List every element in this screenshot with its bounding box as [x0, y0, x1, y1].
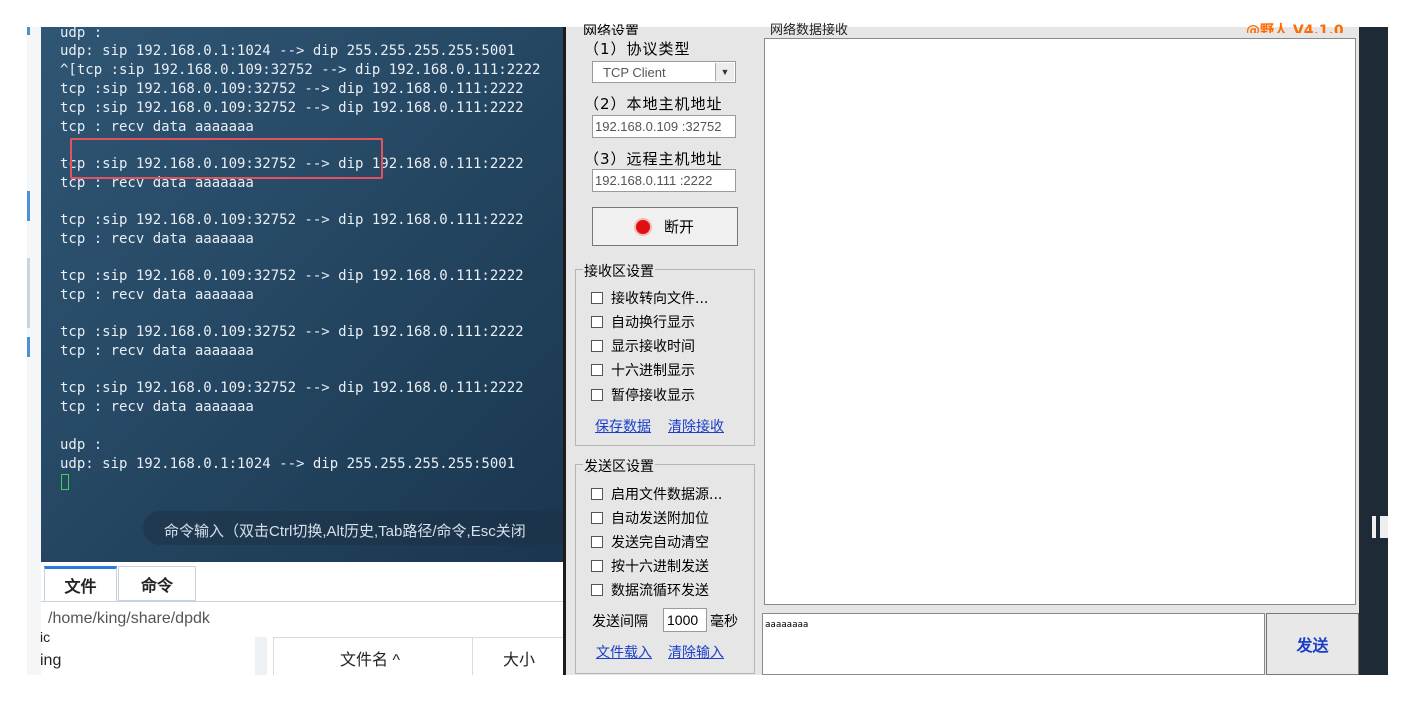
save-data-link[interactable]: 保存数据	[595, 416, 651, 436]
checkbox-box[interactable]	[591, 512, 603, 524]
disconnect-button[interactable]: 断开	[592, 207, 738, 246]
checkbox-box[interactable]	[591, 316, 603, 328]
strip-marker	[27, 337, 30, 357]
terminal-line: tcp :sip 192.168.0.109:32752 --> dip 192…	[60, 212, 524, 228]
remote-address-field[interactable]: 192.168.0.111 :2222	[592, 169, 736, 192]
checkbox-label: 数据流循环发送	[611, 583, 709, 599]
terminal-line: ^[tcp :sip 192.168.0.109:32752 --> dip 1…	[60, 62, 541, 78]
remote-address-label: （3）远程主机地址	[584, 150, 723, 168]
checkbox-label: 自动发送附加位	[611, 511, 709, 527]
checkbox-box[interactable]	[591, 536, 603, 548]
strip-marker	[27, 27, 30, 35]
terminal-line: tcp :sip 192.168.0.109:32752 --> dip 192…	[60, 268, 524, 284]
checkbox-label: 接收转向文件...	[611, 291, 709, 307]
checkbox-box[interactable]	[591, 389, 603, 401]
background-window-element	[1380, 516, 1388, 538]
recv-area-title: 网络数据接收	[770, 23, 849, 35]
column-divider[interactable]	[472, 637, 473, 675]
terminal-line: tcp :sip 192.168.0.109:32752 --> dip 192…	[60, 324, 524, 340]
hex-display-checkbox[interactable]: 十六进制显示	[591, 360, 695, 380]
checkbox-label: 暂停接收显示	[611, 388, 695, 404]
clear-recv-link[interactable]: 清除接收	[668, 416, 724, 436]
terminal-line: tcp :sip 192.168.0.109:32752 --> dip 192…	[60, 100, 524, 116]
current-path: /home/king/share/dpdk	[48, 610, 210, 627]
net-settings-title: 网络设置	[583, 24, 639, 35]
loop-send-checkbox[interactable]: 数据流循环发送	[591, 580, 709, 600]
send-button[interactable]: 发送	[1266, 613, 1359, 675]
disconnect-label: 断开	[663, 218, 694, 236]
local-address-field[interactable]: 192.168.0.109 :32752	[592, 115, 736, 138]
protocol-label: （1）协议类型	[584, 40, 691, 58]
interval-unit: 毫秒	[710, 614, 738, 630]
connection-led-icon	[635, 219, 650, 234]
terminal-line: tcp : recv data aaaaaaa	[60, 343, 254, 359]
checkbox-box[interactable]	[591, 292, 603, 304]
terminal-output[interactable]: udp : udp: sip 192.168.0.1:1024 --> dip …	[41, 27, 563, 562]
chevron-down-icon[interactable]: ▼	[715, 63, 734, 81]
checkbox-label: 自动换行显示	[611, 315, 695, 331]
terminal-line: udp: sip 192.168.0.1:1024 --> dip 255.25…	[60, 456, 516, 472]
terminal-line: udp: sip 192.168.0.1:1024 --> dip 255.25…	[60, 43, 516, 59]
tab-files[interactable]: 文件	[44, 566, 117, 601]
file-source-checkbox[interactable]: 启用文件数据源...	[591, 484, 722, 504]
checkbox-label: 发送完自动清空	[611, 535, 709, 551]
background-window-element	[1372, 516, 1376, 538]
checkbox-box[interactable]	[591, 340, 603, 352]
auto-wrap-checkbox[interactable]: 自动换行显示	[591, 312, 695, 332]
checkbox-box[interactable]	[591, 364, 603, 376]
terminal-line: udp :	[60, 437, 103, 453]
column-header-filename[interactable]: 文件名 ^	[340, 646, 400, 670]
recv-settings-title: 接收区设置	[583, 261, 655, 281]
version-badge: @野人 V4.1.0	[1246, 23, 1344, 33]
checkbox-label: 显示接收时间	[611, 339, 695, 355]
protocol-select[interactable]: TCP Client ▼	[592, 61, 736, 83]
left-window-strip	[27, 27, 41, 675]
send-interval-label: 发送间隔	[592, 614, 648, 630]
send-settings-title: 发送区设置	[583, 456, 655, 476]
pane-splitter[interactable]	[255, 637, 267, 675]
terminal-cursor	[61, 474, 69, 490]
terminal-line: tcp : recv data aaaaaaa	[60, 119, 254, 135]
checkbox-label: 按十六进制发送	[611, 559, 709, 575]
checkbox-label: 启用文件数据源...	[611, 487, 723, 503]
strip-marker	[27, 258, 30, 328]
recv-to-file-checkbox[interactable]: 接收转向文件...	[591, 288, 708, 308]
terminal-line: tcp :sip 192.168.0.109:32752 --> dip 192…	[60, 81, 524, 97]
column-header-size[interactable]: 大小	[503, 646, 535, 670]
window-border	[563, 27, 566, 675]
checkbox-box[interactable]	[591, 560, 603, 572]
recv-data-area[interactable]	[764, 38, 1356, 605]
terminal-line: tcp :sip 192.168.0.109:32752 --> dip 192…	[60, 380, 524, 396]
terminal-line: tcp : recv data aaaaaaa	[60, 287, 254, 303]
auto-clear-checkbox[interactable]: 发送完自动清空	[591, 532, 709, 552]
clear-input-link[interactable]: 清除输入	[668, 642, 724, 662]
send-input-text: aaaaaaaa	[765, 620, 809, 630]
send-input-area[interactable]	[762, 613, 1265, 675]
hex-send-checkbox[interactable]: 按十六进制发送	[591, 556, 709, 576]
tree-item[interactable]: ic	[40, 629, 50, 645]
local-address-label: （2）本地主机地址	[584, 95, 723, 113]
strip-marker	[27, 191, 30, 221]
load-file-link[interactable]: 文件载入	[596, 642, 652, 662]
protocol-select-value: TCP Client	[603, 65, 666, 80]
highlight-annotation-box	[70, 138, 383, 179]
show-recv-time-checkbox[interactable]: 显示接收时间	[591, 336, 695, 356]
background-window-edge	[1359, 27, 1388, 675]
terminal-line: tcp : recv data aaaaaaa	[60, 399, 254, 415]
terminal-line: tcp : recv data aaaaaaa	[60, 231, 254, 247]
pause-recv-checkbox[interactable]: 暂停接收显示	[591, 385, 695, 405]
tree-item[interactable]: ing	[40, 652, 61, 670]
terminal-line: udp :	[60, 27, 103, 41]
auto-append-checkbox[interactable]: 自动发送附加位	[591, 508, 709, 528]
checkbox-label: 十六进制显示	[611, 363, 695, 379]
send-interval-field[interactable]: 1000	[663, 608, 707, 632]
checkbox-box[interactable]	[591, 488, 603, 500]
checkbox-box[interactable]	[591, 584, 603, 596]
tab-commands[interactable]: 命令	[118, 566, 196, 601]
command-input-hint: 命令输入（双击Ctrl切换,Alt历史,Tab路径/命令,Esc关闭	[164, 523, 526, 540]
